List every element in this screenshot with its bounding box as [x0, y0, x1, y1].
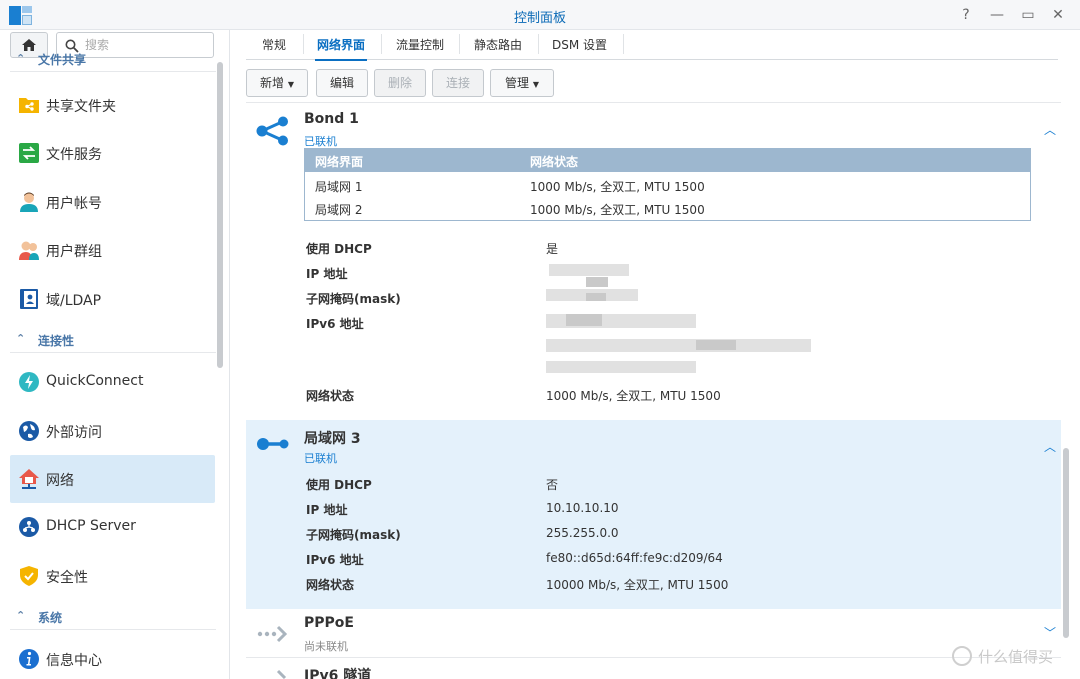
- sidebar-item-file-services[interactable]: 文件服务: [10, 129, 215, 177]
- interface-panel-bond1[interactable]: Bond 1 已联机 ︿ 网络界面 网络状态 局域网 1 1000 Mb/s, …: [246, 102, 1061, 418]
- interface-panel-lan3[interactable]: 局域网 3 已联机 ︿ 使用 DHCP 否 IP 地址 10.10.10.10 …: [246, 420, 1061, 609]
- sidebar-item-network[interactable]: 网络: [10, 455, 215, 503]
- sidebar-item-dhcp-server[interactable]: DHCP Server: [10, 503, 215, 551]
- netstat-value: 1000 Mb/s, 全双工, MTU 1500: [546, 389, 721, 403]
- quickconnect-icon: [19, 372, 39, 392]
- section-header-file-sharing[interactable]: ⌃ 文件共享: [10, 50, 216, 72]
- tab-static-route[interactable]: 静态路由: [474, 36, 522, 58]
- main-content: 常规 网络界面 流量控制 静态路由 DSM 设置 新增 ▼ 编辑 删除 连接 管…: [231, 30, 1080, 679]
- maximize-button[interactable]: ▭: [1017, 5, 1039, 25]
- tab-general[interactable]: 常规: [262, 36, 286, 58]
- interface-title: 局域网 3: [304, 431, 361, 447]
- chevron-up-icon: ⌃: [16, 332, 26, 345]
- interface-status: 已联机: [304, 452, 337, 465]
- mask-value: 255.255.0.0: [546, 526, 619, 540]
- sidebar-item-domain-ldap[interactable]: 域/LDAP: [10, 275, 215, 323]
- network-icon: [19, 469, 39, 489]
- minimize-button[interactable]: —: [986, 5, 1008, 25]
- table-row[interactable]: 局域网 2 1000 Mb/s, 全双工, MTU 1500: [305, 196, 1030, 220]
- interface-status: 尚未联机: [304, 640, 348, 653]
- netstat-label: 网络状态: [306, 578, 355, 592]
- mask-label: 子网掩码(mask): [306, 528, 401, 542]
- interface-status: 已联机: [304, 135, 337, 148]
- collapse-chevron-icon[interactable]: ︿: [1044, 121, 1056, 138]
- tab-dsm-settings[interactable]: DSM 设置: [552, 36, 607, 58]
- ip-label: IP 地址: [306, 267, 348, 281]
- chevron-up-icon: ⌃: [16, 52, 26, 65]
- manage-button[interactable]: 管理 ▼: [490, 69, 554, 97]
- bond-share-icon: [256, 116, 288, 146]
- close-button[interactable]: ✕: [1047, 5, 1069, 25]
- sidebar: ⌃ 文件共享 共享文件夹 文件服务 用户帐号 用户群组: [0, 30, 230, 679]
- ipv6-label: IPv6 地址: [306, 317, 364, 331]
- expand-chevron-icon[interactable]: ﹀: [1044, 624, 1056, 641]
- sidebar-scrollbar[interactable]: [217, 62, 223, 368]
- ip-value: 10.10.10.10: [546, 501, 619, 515]
- file-services-icon: [19, 143, 39, 163]
- ipv6-label: IPv6 地址: [306, 553, 364, 567]
- dhcp-value: 否: [546, 478, 559, 492]
- tab-network-interface[interactable]: 网络界面: [314, 36, 368, 61]
- table-row[interactable]: 局域网 1 1000 Mb/s, 全双工, MTU 1500: [305, 173, 1030, 197]
- table-header: 网络界面 网络状态: [305, 149, 1030, 172]
- window-titlebar: 控制面板 ? — ▭ ✕: [0, 0, 1080, 30]
- interface-title: IPv6 隧道: [304, 668, 372, 679]
- netstat-value: 10000 Mb/s, 全双工, MTU 1500: [546, 578, 729, 592]
- section-header-system[interactable]: ⌃ 系统: [10, 604, 216, 630]
- ip-label: IP 地址: [306, 503, 348, 517]
- info-center-icon: [19, 649, 39, 669]
- lan-connection-icon: [257, 438, 289, 450]
- sidebar-item-shared-folder[interactable]: 共享文件夹: [10, 81, 215, 129]
- sidebar-item-user[interactable]: 用户帐号: [10, 178, 215, 226]
- dhcp-label: 使用 DHCP: [306, 478, 372, 492]
- main-scrollbar[interactable]: [1063, 448, 1069, 638]
- interface-title: Bond 1: [304, 111, 359, 127]
- dhcp-label: 使用 DHCP: [306, 242, 372, 256]
- mask-label: 子网掩码(mask): [306, 292, 401, 306]
- tab-traffic-control[interactable]: 流量控制: [396, 36, 444, 58]
- watermark-logo-icon: [952, 646, 972, 666]
- caret-down-icon: ▼: [287, 80, 294, 89]
- chevron-up-icon: ⌃: [16, 609, 26, 622]
- ipv6-tunnel-icon: [276, 669, 287, 679]
- external-access-icon: [19, 421, 39, 441]
- shared-folder-icon: [19, 98, 39, 113]
- window-title: 控制面板: [513, 11, 566, 26]
- member-interface-table: 网络界面 网络状态 局域网 1 1000 Mb/s, 全双工, MTU 1500…: [304, 148, 1031, 221]
- pppoe-disconnected-icon: [257, 625, 288, 643]
- user-icon: [20, 192, 38, 212]
- group-icon: [19, 241, 39, 260]
- delete-button[interactable]: 删除: [374, 69, 426, 97]
- sidebar-item-security[interactable]: 安全性: [10, 552, 215, 600]
- security-icon: [20, 566, 38, 586]
- sidebar-item-info-center[interactable]: 信息中心: [10, 635, 215, 679]
- interface-title: PPPoE: [304, 615, 354, 631]
- tab-bar: 常规 网络界面 流量控制 静态路由 DSM 设置: [246, 30, 1058, 61]
- watermark-text: 什么值得买: [978, 648, 1054, 666]
- netstat-label: 网络状态: [306, 389, 355, 403]
- sidebar-item-group[interactable]: 用户群组: [10, 226, 215, 274]
- domain-ldap-icon: [20, 289, 38, 309]
- help-button[interactable]: ?: [955, 5, 977, 25]
- interface-panel-pppoe[interactable]: PPPoE 尚未联机 ﹀: [246, 610, 1061, 658]
- sidebar-item-quickconnect[interactable]: QuickConnect: [10, 358, 215, 406]
- section-header-connectivity[interactable]: ⌃ 连接性: [10, 327, 216, 353]
- dhcp-server-icon: [19, 517, 39, 537]
- ipv6-value: fe80::d65d:64ff:fe9c:d209/64: [546, 551, 723, 565]
- sidebar-item-external-access[interactable]: 外部访问: [10, 407, 215, 455]
- edit-button[interactable]: 编辑: [316, 69, 368, 97]
- collapse-chevron-icon[interactable]: ︿: [1044, 438, 1056, 455]
- caret-down-icon: ▼: [532, 80, 539, 89]
- create-button[interactable]: 新增 ▼: [246, 69, 308, 97]
- interface-panel-ipv6-tunnel[interactable]: IPv6 隧道: [246, 659, 1061, 679]
- connect-button[interactable]: 连接: [432, 69, 484, 97]
- dhcp-value: 是: [546, 242, 559, 256]
